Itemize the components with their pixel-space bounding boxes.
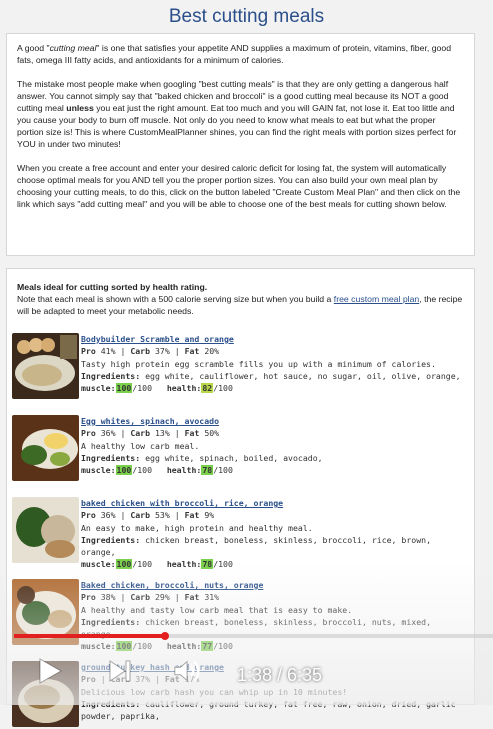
meal-scores: muscle:100/100 health:78/100 [81,465,233,476]
meal-name-link[interactable]: Egg whites, spinach, avocado [81,415,461,427]
play-icon[interactable] [34,655,66,687]
video-controls: 1:38 / 6:35 [0,655,493,695]
meal-info: baked chicken with broccoli, rice, orang… [81,497,461,571]
meal-description: A healthy and tasty low carb meal that i… [81,604,353,615]
video-time-display: 1:38 / 6:35 [237,665,323,685]
intro-paragraph-2: The mistake most people make when googli… [17,79,457,149]
meal-scores: muscle:100/100 health:78/100 [81,559,233,570]
custom-meal-plan-link[interactable]: free custom meal plan [334,294,419,304]
video-progress-bar[interactable] [14,634,493,638]
meal-photo[interactable] [12,497,79,563]
meals-heading: Meals ideal for cutting sorted by health… [17,282,208,292]
meal-scores: muscle:100/100 health:82/100 [81,383,233,394]
intro-paragraph-3: When you create a free account and enter… [17,163,461,209]
meal-name-link[interactable]: Bodybuilder Scramble and orange [81,333,461,345]
intro-panel: A good "cutting meal" is one that satisf… [6,33,475,256]
meal-item: baked chicken with broccoli, rice, orang… [12,497,462,570]
meal-item: Egg whites, spinach, avocado Pro 36% | C… [12,415,462,483]
video-progress-played [14,634,164,638]
video-scrubber-handle[interactable] [160,632,169,640]
meal-info: Bodybuilder Scramble and orange Pro 41% … [81,333,461,394]
meals-note: Note that each meal is shown with a 500 … [17,294,463,316]
meal-photo[interactable] [12,415,79,481]
meal-item: Bodybuilder Scramble and orange Pro 41% … [12,333,462,401]
meal-info: Baked chicken, broccoli, nuts, orange Pr… [81,579,461,653]
meal-info: Egg whites, spinach, avocado Pro 36% | C… [81,415,461,476]
meal-name-link[interactable]: baked chicken with broccoli, rice, orang… [81,497,461,509]
meal-ingredients: Ingredients: egg white, spinach, boiled,… [81,452,323,463]
meal-ingredients: Ingredients: chicken breast, boneless, s… [81,534,431,558]
meal-description: Tasty high protein egg scramble fills yo… [81,358,436,369]
meal-ingredients: Ingredients: egg white, cauliflower, hot… [81,370,461,381]
page-title: Best cutting meals [168,6,325,27]
meal-ingredients: Ingredients: cauliflower, ground turkey,… [81,698,456,722]
meal-name-link[interactable]: Baked chicken, broccoli, nuts, orange [81,579,461,591]
meal-scores: muscle:100/100 health:77/100 [81,641,233,652]
meal-macros: Pro 36% | Carb 53% | Fat 9% [81,510,215,521]
meal-macros: Pro 41% | Carb 37% | Fat 20% [81,346,220,357]
next-icon[interactable] [104,655,136,687]
meal-macros: Pro 36% | Carb 13% | Fat 50% [81,428,220,439]
volume-icon[interactable] [172,655,204,687]
meal-description: An easy to make, high protein and health… [81,522,313,533]
intro-paragraph-1: A good "cutting meal" is one that satisf… [17,43,452,65]
meal-photo[interactable] [12,333,79,399]
meal-macros: Pro 38% | Carb 29% | Fat 31% [81,592,220,603]
meal-description: A healthy low carb meal. [81,440,200,451]
